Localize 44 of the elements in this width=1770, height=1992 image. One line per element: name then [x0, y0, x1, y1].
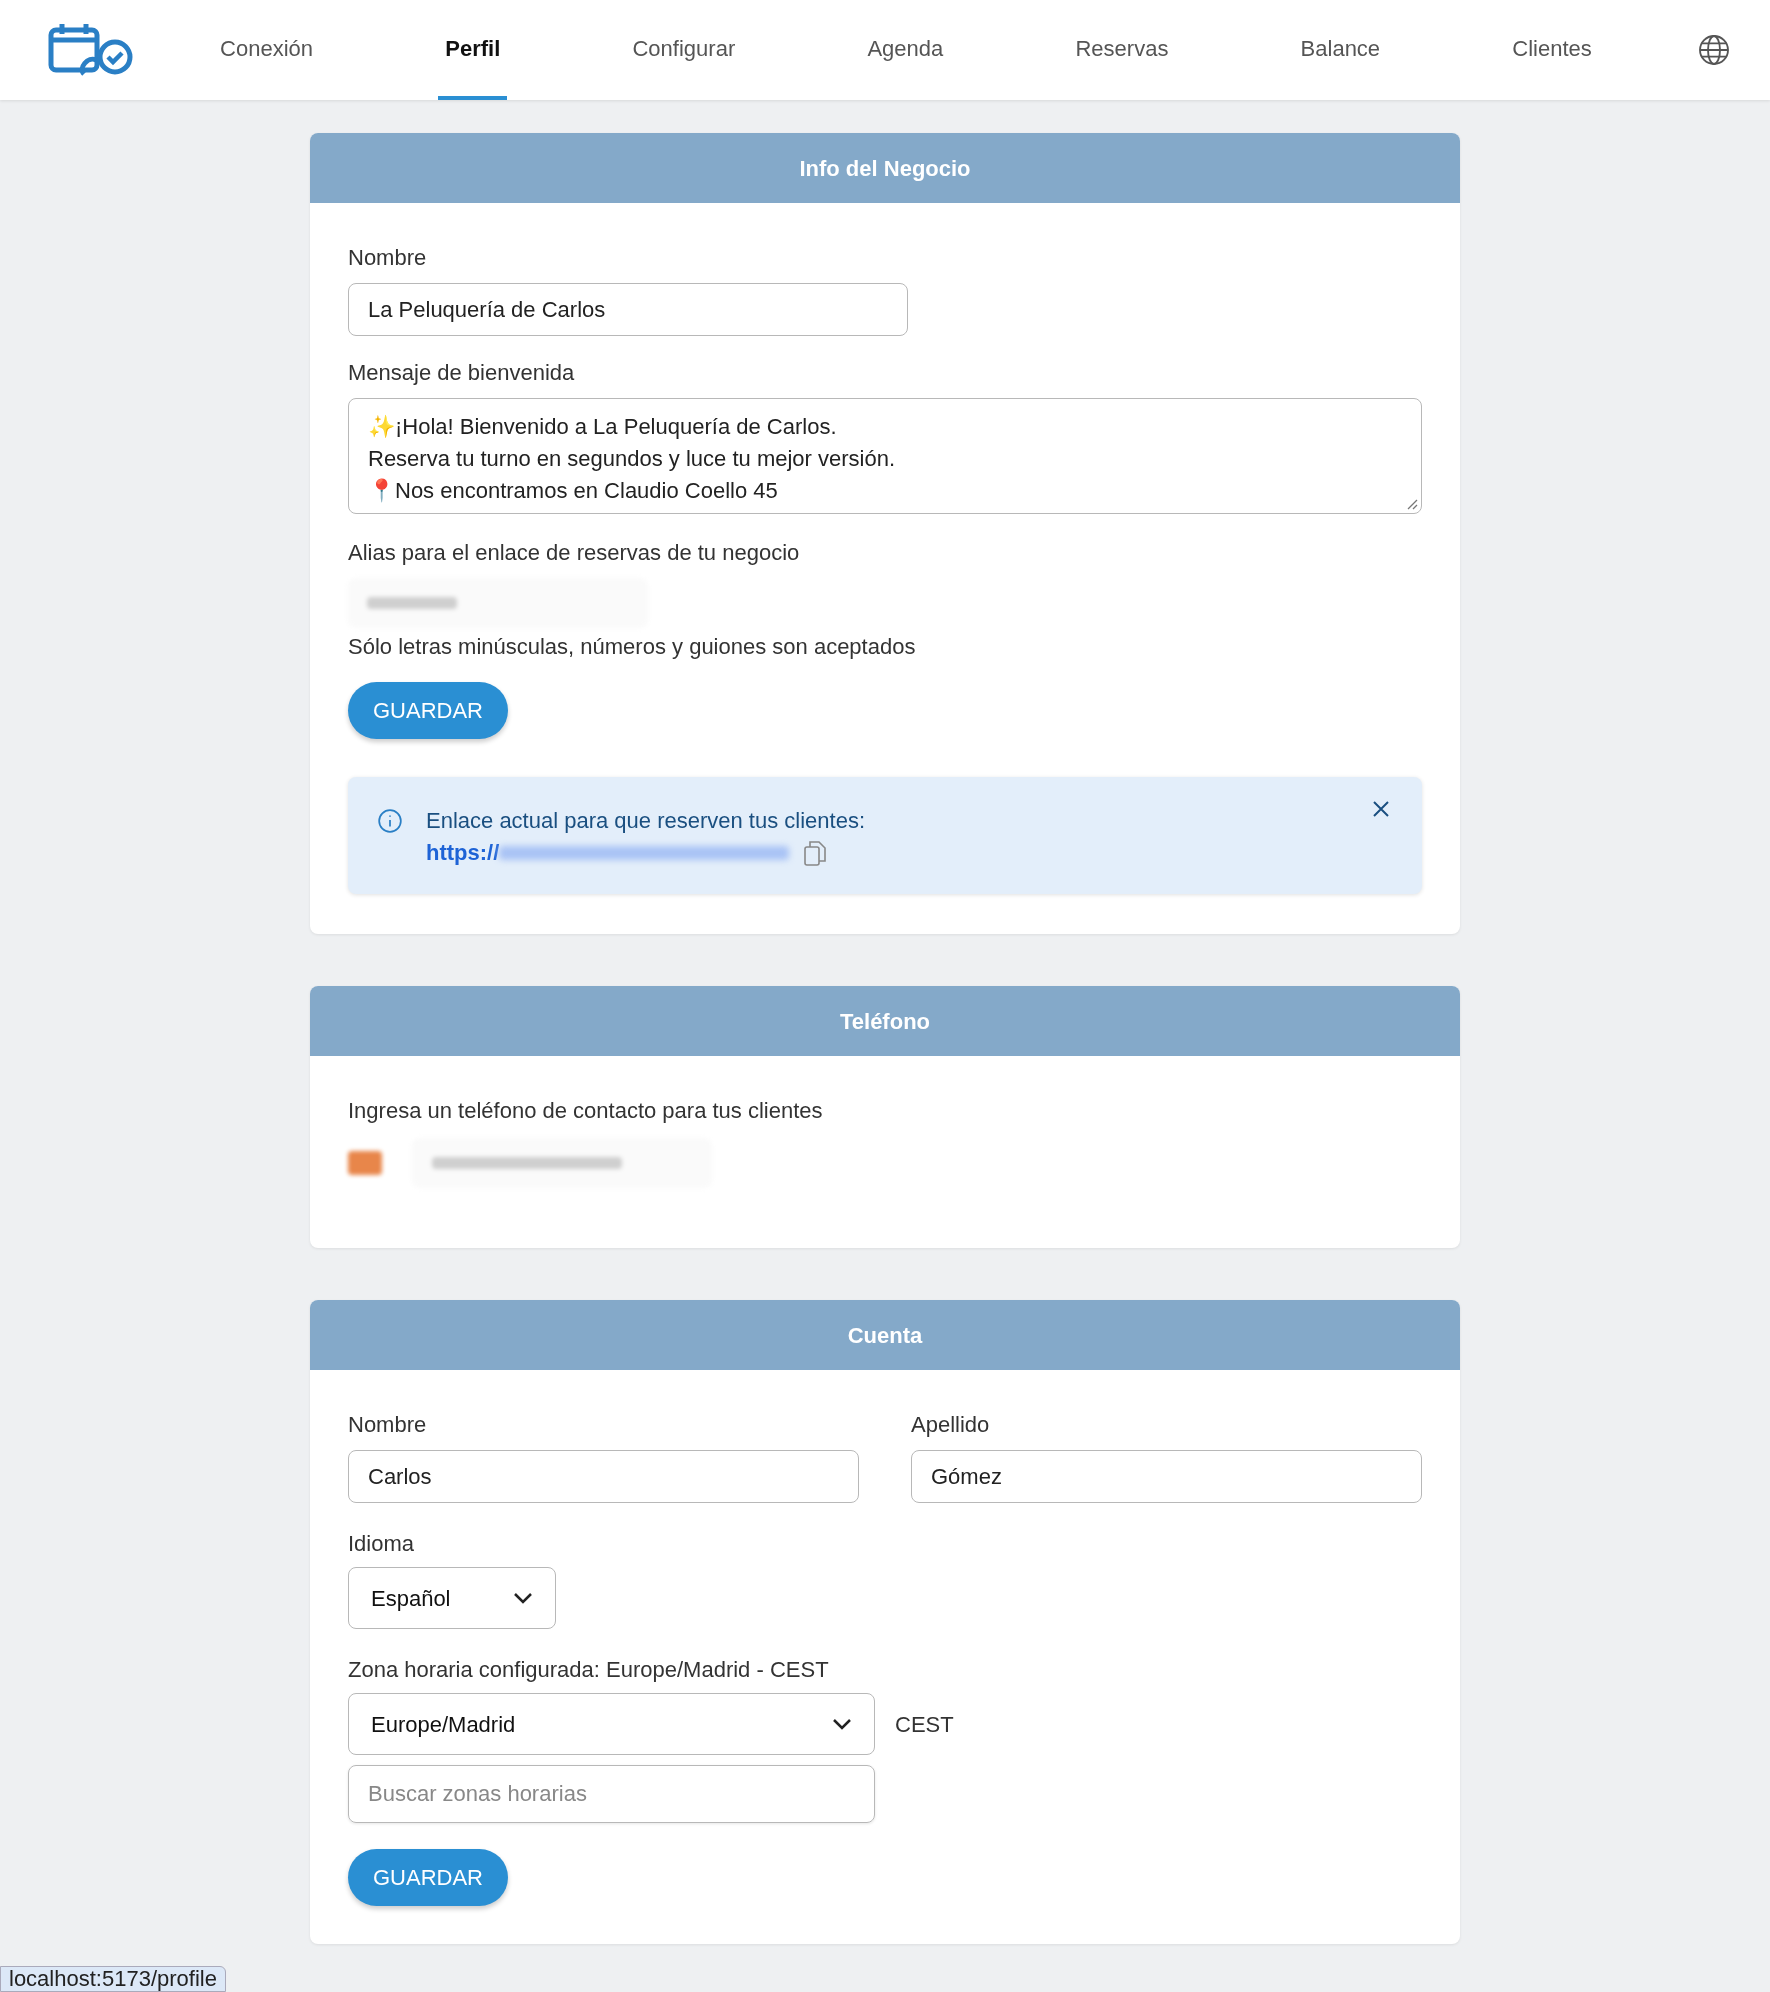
chevron-down-icon — [513, 1592, 533, 1604]
field-label: Sólo letras minúsculas, números y guiones son aceptados — [348, 633, 917, 661]
nav-tab[interactable]: Balance — [1293, 0, 1388, 100]
resize-handle-icon — [1406, 498, 1418, 510]
timezone-abbreviation: CEST — [895, 1710, 954, 1739]
calendar-check-icon[interactable] — [48, 22, 134, 78]
message-line: ✨¡Hola! Bienvenido a La Peluquería de Carlos. — [368, 413, 838, 441]
message-line: Reserva tu turno en segundos y luce tu mejor versión. — [368, 445, 897, 473]
card-title: Teléfono — [840, 1007, 930, 1036]
close-icon[interactable] — [1372, 800, 1390, 818]
status-url: localhost:5173/profile — [9, 1967, 217, 1991]
nav-tab[interactable]: Agenda — [860, 0, 951, 100]
nav-tab[interactable]: Clientes — [1505, 0, 1599, 100]
nav-tab[interactable]: Reservas — [1068, 0, 1176, 100]
field-label: Idioma — [348, 1530, 416, 1558]
field-label: Alias para el enlace de reservas de tu negocio — [348, 539, 801, 567]
save-button[interactable]: GUARDAR — [348, 1849, 508, 1906]
field-label: Apellido — [911, 1411, 991, 1439]
globe-icon[interactable] — [1698, 34, 1730, 66]
copy-icon[interactable] — [803, 839, 828, 867]
nav-tab[interactable]: Conexión — [213, 0, 321, 100]
field-label: Ingresa un teléfono de contacto para tus clientes — [348, 1097, 824, 1125]
chevron-down-icon — [832, 1718, 852, 1730]
message-textarea[interactable]: ✨¡Hola! Bienvenido a La Peluquería de Carlos. Reserva tu turno en segundos y luce tu mejor versión. 📍Nos encontramos en Claudio Coello 45 — [348, 398, 1422, 514]
alert-text: Enlace actual para que reserven tus clientes: — [426, 807, 866, 835]
message-line: 📍Nos encontramos en Claudio Coello 45 — [368, 477, 779, 505]
dropdown[interactable]: Europe/Madrid — [348, 1693, 875, 1755]
dropdown[interactable]: Español — [348, 1567, 556, 1629]
nav-tab[interactable]: Configurar — [625, 0, 743, 100]
flag-icon[interactable] — [348, 1151, 382, 1175]
text-field[interactable]: La Peluquería de Carlos — [348, 283, 908, 336]
info-icon — [377, 808, 403, 834]
card-title: Info del Negocio — [799, 154, 971, 183]
booking-link[interactable]: https:// — [426, 837, 500, 869]
field-label: Zona horaria configurada: Europe/Madrid - CEST — [348, 1656, 830, 1684]
field-label: Mensaje de bienvenida — [348, 359, 576, 387]
text-field[interactable]: Gómez — [911, 1450, 1422, 1503]
nav-tab[interactable]: Perfil — [438, 0, 508, 100]
field-label: Nombre — [348, 1411, 428, 1439]
save-button[interactable]: GUARDAR — [348, 682, 508, 739]
text-field[interactable]: Carlos — [348, 1450, 859, 1503]
card-title: Cuenta — [847, 1321, 923, 1350]
text-field[interactable]: Buscar zonas horarias — [348, 1765, 875, 1823]
field-label: Nombre — [348, 244, 428, 272]
